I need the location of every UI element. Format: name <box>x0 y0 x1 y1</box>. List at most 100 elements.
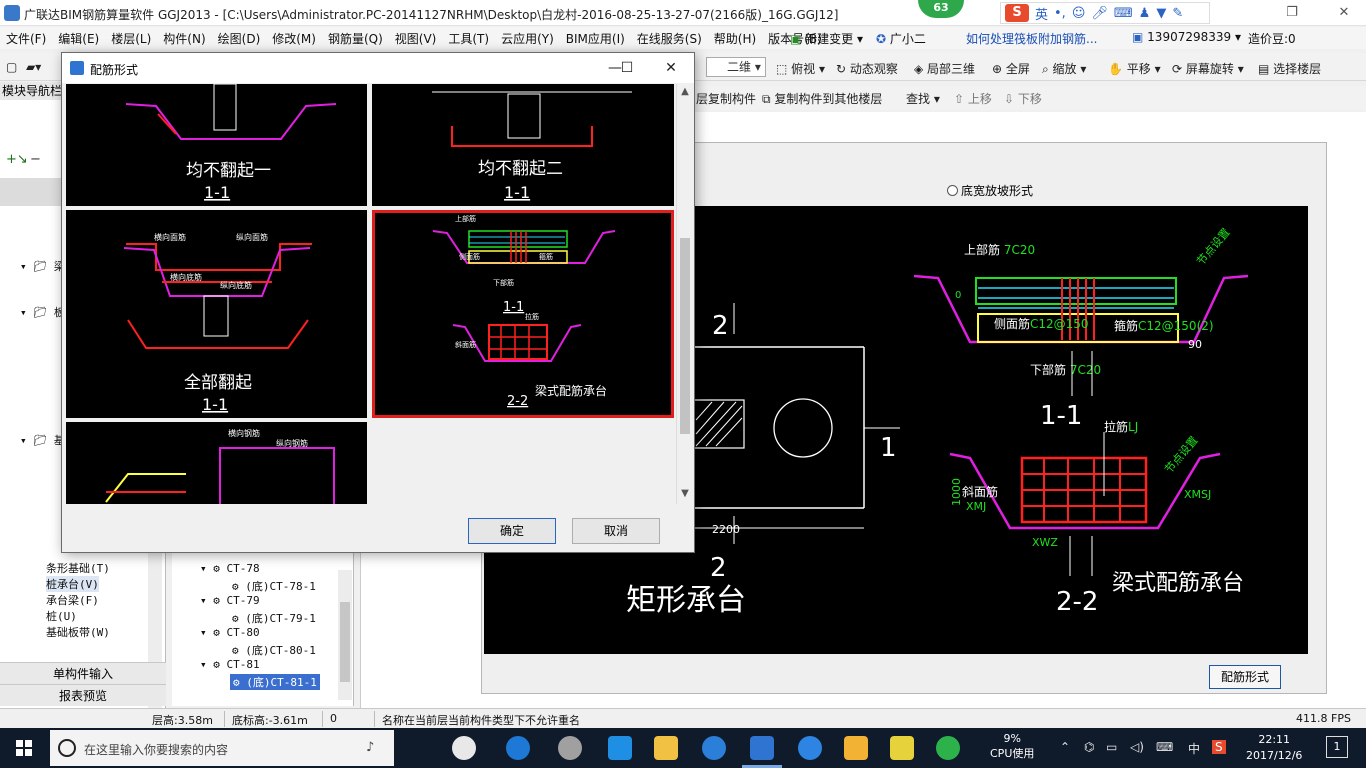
network-icon[interactable]: ⌬ <box>1084 740 1094 754</box>
menu-modify[interactable]: 修改(M) <box>266 30 322 47</box>
dialog-scrollbar[interactable]: ▲ ▼ <box>676 84 693 504</box>
tree-item-ct79[interactable]: ▾ ⚙ CT-79 <box>200 594 260 607</box>
notification-badge[interactable]: 63 <box>918 0 964 18</box>
sogou-tray-icon[interactable]: S <box>1212 740 1226 754</box>
taskbar-search[interactable]: 在这里输入你要搜索的内容 ♪ <box>50 730 394 766</box>
pan-button[interactable]: ✋ 平移 ▾ <box>1108 60 1161 77</box>
cpu-meter[interactable]: 9% CPU使用 <box>990 732 1034 761</box>
ime-zh[interactable]: 中 <box>1188 740 1200 757</box>
option-beam-cap[interactable]: 上部筋 侧面筋 箍筋 下部筋 1-1 拉筋 斜面筋 2-2 梁式配筋承台 <box>372 210 674 418</box>
browser-icon[interactable] <box>798 736 822 760</box>
menu-file[interactable]: 文件(F) <box>0 30 52 47</box>
tree-item-ct80-1[interactable]: ⚙ (底)CT-80-1 <box>232 642 316 658</box>
zoom-button[interactable]: ⌕ 缩放 ▾ <box>1042 60 1086 77</box>
keyboard-tray-icon[interactable]: ⌨ <box>1156 740 1173 754</box>
collapse-all-icon[interactable]: − <box>30 152 41 167</box>
tree-node-ji[interactable]: ▾ 📁︎ 基 <box>20 432 65 448</box>
new-file-icon[interactable]: ▢ <box>6 60 17 74</box>
emoji-icon[interactable]: ☺ <box>1072 6 1086 21</box>
ok-button[interactable]: 确定 <box>468 518 556 544</box>
scroll-down-icon[interactable]: ▼ <box>680 488 690 499</box>
clock[interactable]: 22:11 2017/12/6 <box>1246 732 1302 764</box>
dialog-scroll-thumb[interactable] <box>680 238 690 434</box>
report-preview-button[interactable]: 报表预览 <box>0 684 166 706</box>
view-mode-combo[interactable]: 二维 ▾ <box>706 57 766 77</box>
copy-layer-button[interactable]: 层复制构件 <box>696 90 756 107</box>
move-down-button[interactable]: ⇩ 下移 <box>1004 90 1042 107</box>
ie-icon[interactable] <box>506 736 530 760</box>
option-no-turnup-1[interactable]: 均不翻起一 1-1 <box>66 84 367 206</box>
ime-toolbar[interactable]: S 英 •, ☺ 🎤︎ ⌨ ♟ ▼ ✎ <box>1000 2 1210 24</box>
glodon-icon[interactable] <box>750 736 774 760</box>
shirt-icon[interactable]: ▼ <box>1156 6 1166 21</box>
keyboard-icon[interactable]: ⌨ <box>1114 6 1133 21</box>
nav-strip-footing[interactable]: 条形基础(T) <box>46 560 110 576</box>
account-button[interactable]: ▣ 13907298339 ▾ <box>1132 30 1241 44</box>
tree-node-liang[interactable]: ▾ 📁︎ 梁 <box>20 258 65 274</box>
ime-lang[interactable]: 英 <box>1035 4 1048 23</box>
screen-rotate-button[interactable]: ⟳ 屏幕旋转 ▾ <box>1172 60 1244 77</box>
menu-online[interactable]: 在线服务(S) <box>631 30 708 47</box>
menu-floor[interactable]: 楼层(L) <box>105 30 157 47</box>
notification-icon[interactable]: 1 <box>1326 736 1348 758</box>
cancel-button[interactable]: 取消 <box>572 518 660 544</box>
help-link[interactable]: 如何处理筏板附加钢筋... <box>966 30 1097 47</box>
mic-icon[interactable]: 🎤︎ <box>1091 6 1108 21</box>
menu-view[interactable]: 视图(V) <box>389 30 443 47</box>
menu-draw[interactable]: 绘图(D) <box>212 30 267 47</box>
tray-up-icon[interactable]: ⌃ <box>1060 740 1070 754</box>
menu-help[interactable]: 帮助(H) <box>708 30 762 47</box>
windows-icon[interactable] <box>0 728 48 768</box>
single-component-button[interactable]: 单构件输入 <box>0 662 166 684</box>
tree-item-ct78[interactable]: ▾ ⚙ CT-78 <box>200 562 260 575</box>
menu-edit[interactable]: 编辑(E) <box>52 30 105 47</box>
expand-all-icon[interactable]: +↘ <box>6 152 28 167</box>
move-up-button[interactable]: ⇧ 上移 <box>954 90 992 107</box>
close-icon[interactable]: ✕ <box>658 57 684 79</box>
dynamic-view-button[interactable]: ↻ 动态观察 <box>836 60 898 77</box>
nav-pile-cap[interactable]: 桩承台(V) <box>46 576 99 592</box>
menu-cloud[interactable]: 云应用(Y) <box>495 30 560 47</box>
nav-cap-beam[interactable]: 承台梁(F) <box>46 592 99 608</box>
green-app-icon[interactable] <box>936 736 960 760</box>
tree-item-ct79-1[interactable]: ⚙ (底)CT-79-1 <box>232 610 316 626</box>
close-icon[interactable]: ✕ <box>1334 3 1354 23</box>
open-file-icon[interactable]: ▰▾ <box>26 60 41 74</box>
chrome-icon[interactable] <box>558 736 582 760</box>
folder-icon[interactable] <box>654 736 678 760</box>
punctuation-icon[interactable]: •, <box>1054 6 1066 21</box>
tree-item-ct80[interactable]: ▾ ⚙ CT-80 <box>200 626 260 639</box>
fullscreen-button[interactable]: ⊕ 全屏 <box>992 60 1030 77</box>
find-button[interactable]: 查找 ▾ <box>906 90 940 107</box>
nav-footing-strip[interactable]: 基础板带(W) <box>46 624 110 640</box>
guangxiaoer-button[interactable]: ✪ 广小二 <box>876 30 926 47</box>
option-partial[interactable]: 横向钢筋 纵向钢筋 <box>66 422 367 504</box>
radio-button[interactable] <box>947 185 958 196</box>
menu-component[interactable]: 构件(N) <box>157 30 211 47</box>
tree-item-ct81-1[interactable]: ⚙ (底)CT-81-1 <box>230 674 320 690</box>
fan-app-icon[interactable] <box>452 736 476 760</box>
sogou-icon[interactable]: S <box>1005 4 1029 22</box>
mic-icon[interactable]: ♪ <box>366 740 374 755</box>
notes-icon[interactable] <box>844 736 868 760</box>
select-floor-button[interactable]: ▤ 选择楼层 <box>1258 60 1321 77</box>
nav-pile[interactable]: 桩(U) <box>46 608 77 624</box>
help-app-icon[interactable] <box>890 736 914 760</box>
wrench-icon[interactable]: ✎ <box>1172 6 1183 21</box>
option-no-turnup-2[interactable]: 均不翻起二 1-1 <box>372 84 674 206</box>
option-all-turnup[interactable]: 横向面筋 纵向面筋 横向底筋 纵向底筋 全部翻起 1-1 <box>66 210 367 418</box>
tree-node-ban[interactable]: ▾ 📁︎ 板 <box>20 304 65 320</box>
scroll-up-icon[interactable]: ▲ <box>680 86 690 97</box>
edge-icon[interactable] <box>608 736 632 760</box>
battery-icon[interactable]: ▭ <box>1106 740 1117 754</box>
copy-to-floor-button[interactable]: ⧉ 复制构件到其他楼层 <box>762 90 882 107</box>
tree-item-ct78-1[interactable]: ⚙ (底)CT-78-1 <box>232 578 316 594</box>
menu-rebar[interactable]: 钢筋量(Q) <box>322 30 389 47</box>
top-view-button[interactable]: ⬚ 俯视 ▾ <box>776 60 825 77</box>
restore-icon[interactable]: ❐ <box>1282 3 1302 23</box>
rebar-form-button[interactable]: 配筋形式 <box>1209 665 1281 689</box>
local-3d-button[interactable]: ◈ 局部三维 <box>914 60 975 77</box>
volume-icon[interactable]: ◁) <box>1130 740 1144 754</box>
new-change-button[interactable]: ▣ 新建变更 ▾ <box>790 30 863 47</box>
tree-item-ct81[interactable]: ▾ ⚙ CT-81 <box>200 658 260 671</box>
